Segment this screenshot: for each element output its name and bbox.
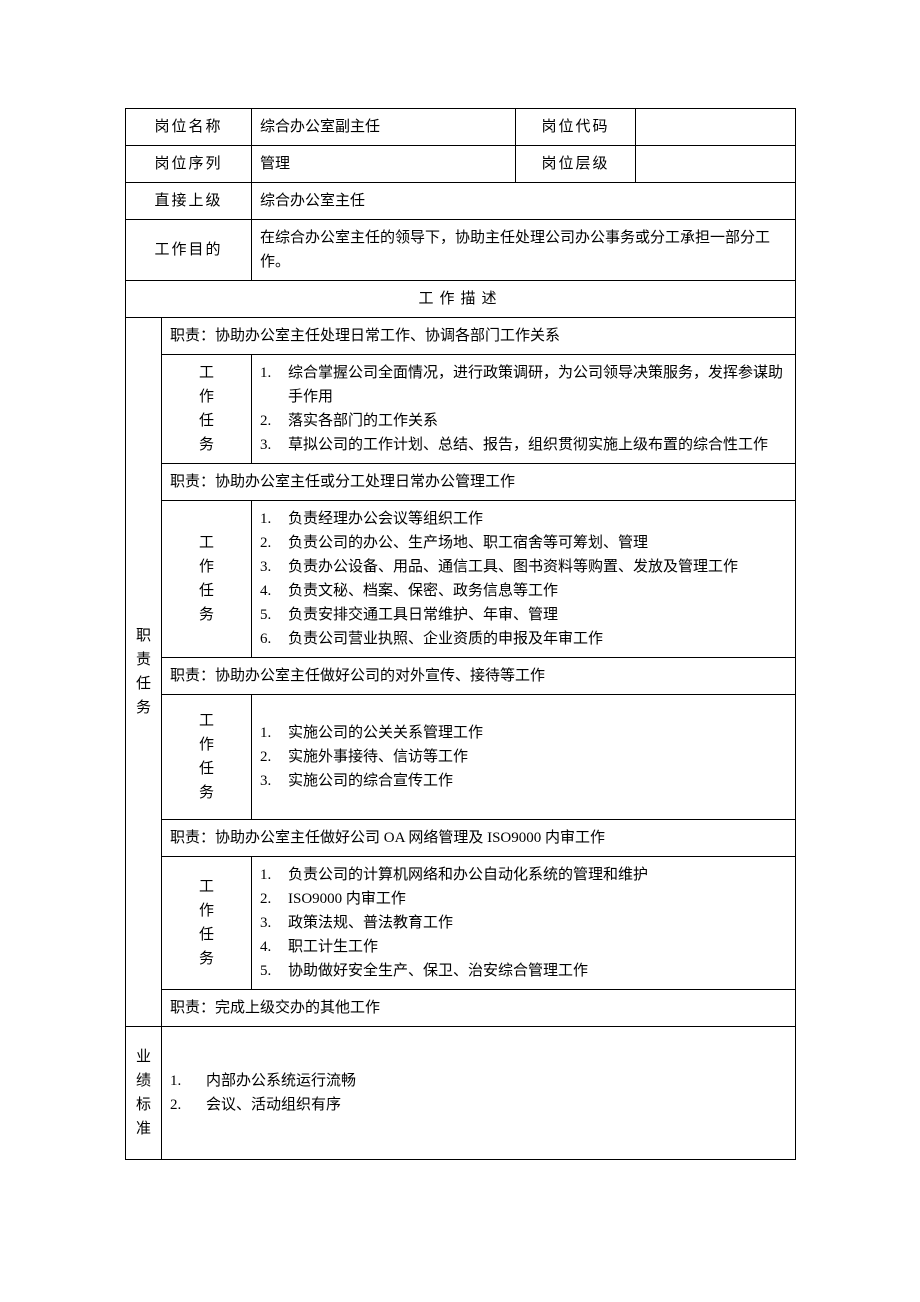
label-supervisor: 直接上级 <box>126 183 252 220</box>
duty-1-task-label: 工作任务 <box>162 355 252 464</box>
label-performance: 业绩标准 <box>126 1027 162 1160</box>
row-position-name: 岗位名称 综合办公室副主任 岗位代码 <box>126 109 796 146</box>
duty-2-tasks: 1.负责经理办公会议等组织工作2.负责公司的办公、生产场地、职工宿舍等可筹划、管… <box>252 501 796 658</box>
label-purpose: 工作目的 <box>126 220 252 281</box>
row-performance: 业绩标准 1.内部办公系统运行流畅2.会议、活动组织有序 <box>126 1027 796 1160</box>
duty-3-tasks: 1.实施公司的公关关系管理工作2.实施外事接待、信访等工作3.实施公司的综合宣传… <box>252 695 796 820</box>
task-item: 3.草拟公司的工作计划、总结、报告，组织贯彻实施上级布置的综合性工作 <box>260 433 787 457</box>
label-position-series: 岗位序列 <box>126 146 252 183</box>
performance-content: 1.内部办公系统运行流畅2.会议、活动组织有序 <box>162 1027 796 1160</box>
task-item: 5.协助做好安全生产、保卫、治安综合管理工作 <box>260 959 787 983</box>
duty-2-task-label: 工作任务 <box>162 501 252 658</box>
task-item: 4.负责文秘、档案、保密、政务信息等工作 <box>260 579 787 603</box>
duty-2-title-row: 职责：协助办公室主任或分工处理日常办公管理工作 <box>126 464 796 501</box>
duty-1-tasks: 1.综合掌握公司全面情况，进行政策调研，为公司领导决策服务，发挥参谋助手作用2.… <box>252 355 796 464</box>
value-position-series: 管理 <box>252 146 516 183</box>
row-position-series: 岗位序列 管理 岗位层级 <box>126 146 796 183</box>
duty-1-title-row: 职责任务 职责：协助办公室主任处理日常工作、协调各部门工作关系 <box>126 318 796 355</box>
label-position-level: 岗位层级 <box>516 146 636 183</box>
value-position-name: 综合办公室副主任 <box>252 109 516 146</box>
value-supervisor: 综合办公室主任 <box>252 183 796 220</box>
task-item: 2.实施外事接待、信访等工作 <box>260 745 787 769</box>
duty-3-title-row: 职责：协助办公室主任做好公司的对外宣传、接待等工作 <box>126 658 796 695</box>
row-supervisor: 直接上级 综合办公室主任 <box>126 183 796 220</box>
duty-3-tasks-row: 工作任务 1.实施公司的公关关系管理工作2.实施外事接待、信访等工作3.实施公司… <box>126 695 796 820</box>
duty-4-task-label: 工作任务 <box>162 857 252 990</box>
duty-5-title: 职责：完成上级交办的其他工作 <box>162 990 796 1027</box>
duty-2-tasks-row: 工作任务 1.负责经理办公会议等组织工作2.负责公司的办公、生产场地、职工宿舍等… <box>126 501 796 658</box>
duty-2-title: 职责：协助办公室主任或分工处理日常办公管理工作 <box>162 464 796 501</box>
value-position-level <box>636 146 796 183</box>
duty-4-title-row: 职责：协助办公室主任做好公司 OA 网络管理及 ISO9000 内审工作 <box>126 820 796 857</box>
performance-item: 2.会议、活动组织有序 <box>170 1093 787 1117</box>
task-item: 3.实施公司的综合宣传工作 <box>260 769 787 793</box>
duty-3-task-label: 工作任务 <box>162 695 252 820</box>
duty-5-title-row: 职责：完成上级交办的其他工作 <box>126 990 796 1027</box>
task-item: 2.ISO9000 内审工作 <box>260 887 787 911</box>
duty-3-title: 职责：协助办公室主任做好公司的对外宣传、接待等工作 <box>162 658 796 695</box>
task-item: 2.负责公司的办公、生产场地、职工宿舍等可筹划、管理 <box>260 531 787 555</box>
duty-1-title: 职责：协助办公室主任处理日常工作、协调各部门工作关系 <box>162 318 796 355</box>
task-item: 6.负责公司营业执照、企业资质的申报及年审工作 <box>260 627 787 651</box>
row-description-header: 工作描述 <box>126 281 796 318</box>
job-description-table: 岗位名称 综合办公室副主任 岗位代码 岗位序列 管理 岗位层级 直接上级 综合办… <box>125 108 796 1160</box>
label-duties: 职责任务 <box>126 318 162 1027</box>
task-item: 1.实施公司的公关关系管理工作 <box>260 721 787 745</box>
label-position-code: 岗位代码 <box>516 109 636 146</box>
row-purpose: 工作目的 在综合办公室主任的领导下，协助主任处理公司办公事务或分工承担一部分工作… <box>126 220 796 281</box>
label-description: 工作描述 <box>126 281 796 318</box>
task-item: 3.负责办公设备、用品、通信工具、图书资料等购置、发放及管理工作 <box>260 555 787 579</box>
value-purpose: 在综合办公室主任的领导下，协助主任处理公司办公事务或分工承担一部分工作。 <box>252 220 796 281</box>
task-item: 1.负责公司的计算机网络和办公自动化系统的管理和维护 <box>260 863 787 887</box>
task-item: 1.综合掌握公司全面情况，进行政策调研，为公司领导决策服务，发挥参谋助手作用 <box>260 361 787 409</box>
task-item: 3.政策法规、普法教育工作 <box>260 911 787 935</box>
task-item: 2.落实各部门的工作关系 <box>260 409 787 433</box>
duty-4-tasks: 1.负责公司的计算机网络和办公自动化系统的管理和维护2.ISO9000 内审工作… <box>252 857 796 990</box>
duty-4-tasks-row: 工作任务 1.负责公司的计算机网络和办公自动化系统的管理和维护2.ISO9000… <box>126 857 796 990</box>
label-position-name: 岗位名称 <box>126 109 252 146</box>
task-item: 1.负责经理办公会议等组织工作 <box>260 507 787 531</box>
task-item: 5.负责安排交通工具日常维护、年审、管理 <box>260 603 787 627</box>
duty-1-tasks-row: 工作任务 1.综合掌握公司全面情况，进行政策调研，为公司领导决策服务，发挥参谋助… <box>126 355 796 464</box>
value-position-code <box>636 109 796 146</box>
task-item: 4.职工计生工作 <box>260 935 787 959</box>
duty-4-title: 职责：协助办公室主任做好公司 OA 网络管理及 ISO9000 内审工作 <box>162 820 796 857</box>
performance-item: 1.内部办公系统运行流畅 <box>170 1069 787 1093</box>
